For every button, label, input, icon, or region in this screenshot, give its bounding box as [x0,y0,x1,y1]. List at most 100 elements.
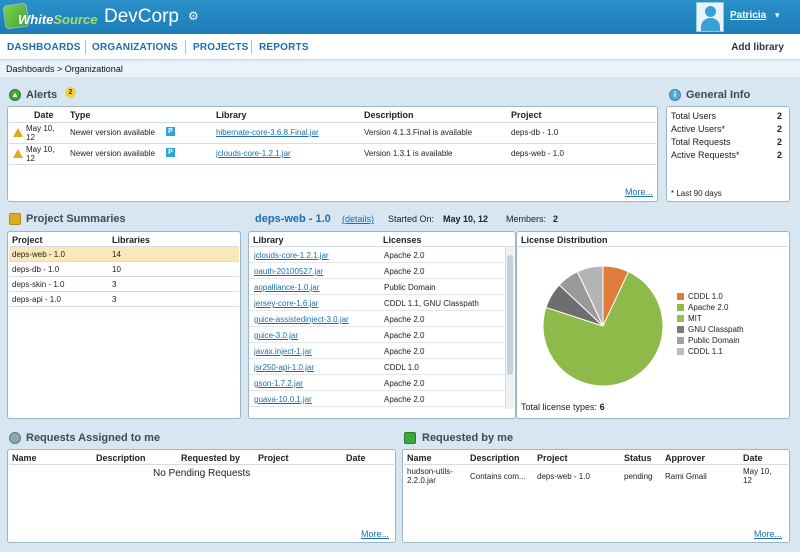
requested-col-description: Description [470,453,520,463]
user-name-link[interactable]: Patricia [730,10,766,21]
nav-projects[interactable]: PROJECTS [193,42,249,53]
alert-project: deps-web - 1.0 [511,149,564,158]
library-link[interactable]: jersey-core-1.6.jar [254,299,318,308]
library-table-panel: Library Licenses jclouds-core-1.2.1.jar A… [248,231,516,419]
legend-swatch [677,326,684,333]
summary-project[interactable]: deps-api - 1.0 [12,295,61,304]
alerts-col-library: Library [216,110,247,120]
members-value: 2 [553,214,559,224]
divider [404,464,788,465]
library-link[interactable]: guice-assistedinject-3.0.jar [254,315,349,324]
divider [9,306,239,307]
library-row: jersey-core-1.6.jar CDDL 1.1, GNU Classpa… [249,295,507,311]
general-info-title: General Info [686,89,751,101]
nav-reports[interactable]: REPORTS [259,42,309,53]
stat-label: Total Requests [671,137,731,147]
legend-swatch [677,315,684,322]
summary-project[interactable]: deps-db - 1.0 [12,265,59,274]
requested-by-me-more-link[interactable]: More... [754,529,782,539]
divider [9,122,656,123]
library-license: Apache 2.0 [384,395,425,404]
gear-icon[interactable]: ⚙ [188,9,199,23]
user-avatar[interactable] [696,2,724,32]
alert-project: deps-db - 1.0 [511,128,559,137]
total-license-label: Total license types: 6 [521,402,605,412]
request-project: deps-web - 1.0 [537,472,590,481]
requests-assigned-more-link[interactable]: More... [361,529,389,539]
nav-dashboards[interactable]: DASHBOARDS [7,42,81,53]
add-library-link[interactable]: Add library [731,42,784,53]
request-date: May 10, [743,467,772,476]
stat-label: Active Requests* [671,150,740,160]
library-link[interactable]: jsr250-api-1.0.jar [254,363,314,372]
library-license: Apache 2.0 [384,251,425,260]
started-on-value: May 10, 12 [443,214,489,224]
alert-description: Version 4.1.3.Final is available [364,128,473,137]
alerts-count-badge: 2 [65,87,76,98]
library-license: Apache 2.0 [384,267,425,276]
requested-col-name: Name [407,453,432,463]
assigned-col-name: Name [12,453,37,463]
request-name-cont[interactable]: 2.2.0.jar [407,476,436,485]
library-row: javax.inject-1.jar Apache 2.0 [249,343,507,359]
summary-libraries: 14 [112,250,121,259]
library-link[interactable]: javax.inject-1.jar [254,347,312,356]
alerts-panel: Date Type Library Description Project Ma… [7,106,658,202]
requests-assigned-panel: Name Description Requested by Project Da… [7,449,396,543]
request-status: pending [624,472,653,481]
total-license-value: 6 [599,402,605,412]
request-name[interactable]: hudson-utils- [407,467,453,476]
assigned-col-project: Project [258,453,289,463]
requested-col-project: Project [537,453,568,463]
library-row: oauth-20100527.jar Apache 2.0 [249,263,507,279]
project-details-link[interactable]: (details) [342,214,374,224]
library-link[interactable]: guava-10.0.1.jar [254,395,312,404]
library-link[interactable]: oauth-20100527.jar [254,267,323,276]
warning-icon [13,128,23,137]
alert-library-link[interactable]: hibernate-core-3.6.8.Final.jar [216,128,319,137]
license-distribution-panel: License Distribution CDDL 1.0 Apache 2.0 M… [516,231,790,419]
logo-text-part1: White [18,12,54,27]
alert-type: Newer version available [70,128,155,137]
project-summaries-title: Project Summaries [26,213,126,225]
alert-library-link[interactable]: jclouds-core-1.2.1.jar [216,149,291,158]
chevron-down-icon[interactable]: ▾ [775,10,780,21]
legend-swatch [677,337,684,344]
summary-project[interactable]: deps-skin - 1.0 [12,280,64,289]
avatar-head [705,6,716,17]
library-link[interactable]: jclouds-core-1.2.1.jar [254,251,329,260]
license-distribution-title: License Distribution [521,235,608,245]
request-approver: Rami Gmail [665,472,707,481]
legend-label: Apache 2.0 [688,303,729,312]
summary-libraries: 3 [112,295,117,304]
logo-text: WhiteSource [18,12,97,27]
library-license: Public Domain [384,283,436,292]
alerts-col-date: Date [34,110,54,120]
nav-organizations[interactable]: ORGANIZATIONS [92,42,178,53]
library-link[interactable]: aopalliance-1.0.jar [254,283,319,292]
alert-policy-badge: P [166,127,175,136]
alerts-more-link[interactable]: More... [625,187,653,197]
library-col-licenses: Licenses [383,235,422,245]
divider [9,143,656,144]
alert-type: Newer version available [70,149,155,158]
logo-text-part2: Source [53,12,98,27]
requested-col-status: Status [624,453,652,463]
info-icon: i [669,89,681,101]
library-link[interactable]: guice-3.0.jar [254,331,298,340]
scrollbar-thumb[interactable] [507,255,513,375]
license-pie-chart [542,265,664,387]
legend-swatch [677,304,684,311]
legend-label: MIT [688,314,702,323]
summary-project[interactable]: deps-web - 1.0 [12,250,65,259]
requested-col-date: Date [743,453,763,463]
stat-value: 2 [777,150,783,160]
whitesource-logo[interactable]: WhiteSource [2,2,97,30]
library-rows: jclouds-core-1.2.1.jar Apache 2.0 oauth-20… [249,247,507,409]
scrollbar[interactable] [505,247,514,409]
library-link[interactable]: gson-1.7.2.jar [254,379,303,388]
library-row: guice-3.0.jar Apache 2.0 [249,327,507,343]
library-license: CDDL 1.0 [384,363,419,372]
stat-value: 2 [777,124,783,134]
alert-policy-badge: P [166,148,175,157]
